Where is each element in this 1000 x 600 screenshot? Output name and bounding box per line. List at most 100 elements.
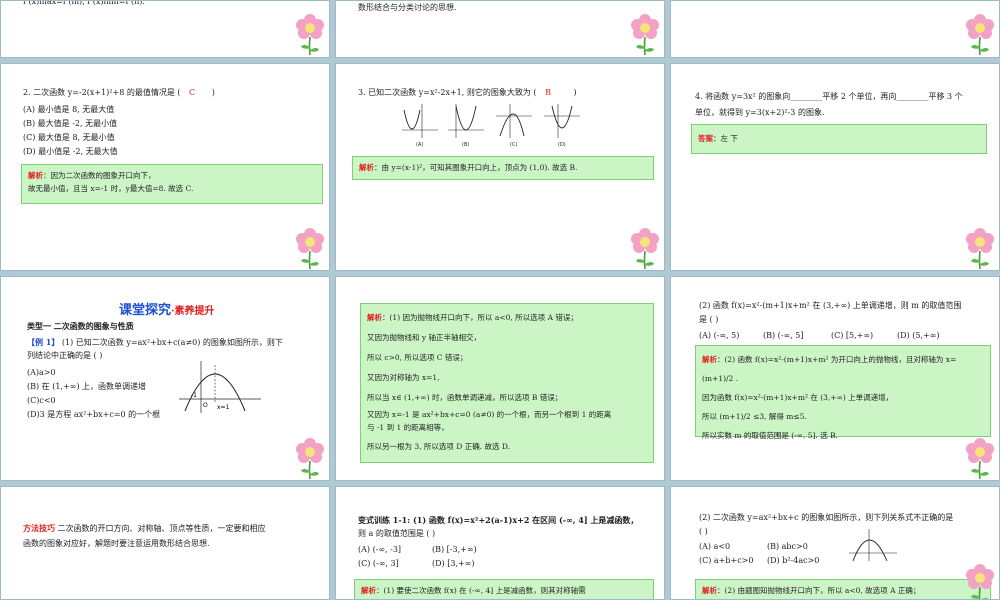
flower-icon: [965, 227, 995, 269]
option-a: (A)a>0: [27, 368, 56, 377]
example-label: 【例 1】: [27, 337, 60, 347]
solution-line: 所以 c>0, 所以选项 C 错误；: [367, 353, 468, 362]
flower-icon: [295, 227, 325, 269]
solution-label: 解析: [359, 163, 374, 172]
solution-box: 解析：(2) 由题图知抛物线开口向下，所以 a<0, 故选项 A 正确；: [695, 579, 991, 599]
question-stem: 3. 已知二次函数 y=x²-2x+1, 则它的图象大致为 (: [358, 88, 537, 97]
solution-line: ：(1) 要使二次函数 f(x) 在 (-∞, 4] 上是减函数，则其对称轴需: [376, 586, 586, 595]
method-label: 方法技巧: [23, 523, 55, 533]
graph-tick: -1: [191, 392, 197, 399]
graph-d: (D): [544, 104, 580, 148]
solution-line: 与 -1 到 1 的距离相等，: [367, 423, 449, 432]
solution-line: 所以当 x∈ (1,+∞) 时，函数单调递减，所以选项 B 错误；: [367, 393, 563, 402]
question-line: ( ): [699, 527, 708, 536]
flower-icon: [630, 13, 660, 55]
graph-label: (D): [558, 142, 566, 148]
option-a: (A) (-∞, 5): [699, 331, 740, 340]
paren-close: ): [573, 88, 577, 97]
solution-line: 所以另一根为 3, 所以选项 D 正确. 故选 D.: [367, 442, 510, 451]
graph-label: (C): [510, 142, 517, 148]
section-title-main: 课堂探究: [119, 303, 172, 318]
example-stem: (1) 已知二次函数 y=ax²+bx+c(a≠0) 的图象如图所示，则下: [59, 338, 283, 347]
solution-line: ：(2) 函数 f(x)=x²-(m+1)x+m² 为开口向上的抛物线，且对称轴…: [702, 355, 957, 383]
question-text: 2. 二次函数 y=-2(x+1)²+8 的最值情况是 ( C ): [23, 86, 215, 100]
slide-11: 变式训练 1-1: (1) 函数 f(x)=x²+2(a-1)x+2 在区间 (…: [335, 486, 665, 600]
slide-6: 4. 将函数 y=3x² 的图象向________平移 2 个单位，再向____…: [670, 63, 1000, 271]
answer-text: ：左 下: [713, 134, 738, 143]
flower-icon: [965, 437, 995, 479]
flower-icon: [630, 227, 660, 269]
option-c: (C) a+b+c>0: [699, 556, 754, 565]
question-line: 则 a 的取值范围是 ( ): [358, 529, 436, 538]
solution-label: 解析: [702, 586, 717, 595]
solution-line: ：由 y=(x-1)²，可知其图象开口向上，顶点为 (1,0). 故选 B.: [374, 163, 578, 172]
option-c: (C) (-∞, 3]: [358, 559, 399, 568]
solution-label: 解析: [28, 171, 43, 180]
solution-line: 因为函数 f(x)=x²-(m+1)x+m² 在 (3,+∞) 上单调递增，: [702, 393, 894, 402]
graph-axis-note: x=1: [217, 404, 230, 411]
example-line: 【例 1】 (1) 已知二次函数 y=ax²+bx+c(a≠0) 的图象如图所示…: [27, 335, 283, 350]
solution-box: 解析：(1) 因为抛物线开口向下，所以 a<0, 所以选项 A 错误； 又因为抛…: [360, 303, 654, 463]
solution-box: 解析：(2) 函数 f(x)=x²-(m+1)x+m² 为开口向上的抛物线，且对…: [695, 345, 991, 440]
flower-icon: [965, 563, 995, 599]
solution-line: 又因为抛物线和 y 轴正半轴相交，: [367, 333, 482, 342]
question-line: (2) 函数 f(x)=x²-(m+1)x+m² 在 (3,+∞) 上单调递增，…: [699, 301, 962, 310]
option-b: (B) 最大值是 -2, 无最小值: [23, 119, 118, 128]
slide-1: f (x)max=f (m), f (x)min=f (n).: [0, 0, 330, 58]
option-d: (D) b²-4ac>0: [767, 556, 820, 565]
answer-label: 答案: [698, 134, 713, 143]
slide-3: [670, 0, 1000, 58]
slide-5: 3. 已知二次函数 y=x²-2x+1, 则它的图象大致为 ( B ) (A) …: [335, 63, 665, 271]
type-heading: 类型一 二次函数的图象与性质: [27, 321, 134, 331]
solution-box: 解析：由 y=(x-1)²，可知其图象开口向上，顶点为 (1,0). 故选 B.: [352, 156, 654, 180]
method-line: 方法技巧 二次函数的开口方向、对称轴、顶点等性质，一定要和相应: [23, 521, 266, 536]
option-a: (A) 最小值是 8, 无最大值: [23, 105, 115, 114]
solution-line: ：因为二次函数的图象开口向下，: [43, 171, 156, 180]
slide-text: 数形结合与分类讨论的思想.: [358, 3, 457, 12]
option-c: (C)c<0: [27, 396, 56, 405]
solution-label: 解析: [361, 586, 376, 595]
answer-letter: C: [189, 88, 196, 97]
option-b: (B) abc>0: [767, 542, 808, 551]
method-line: 函数的图象对应好，解题时要注意运用数形结合思想.: [23, 539, 210, 548]
solution-label: 解析: [367, 313, 382, 322]
section-title: 课堂探究·素养提升: [119, 299, 215, 318]
option-c: (C) [5,+∞): [831, 331, 874, 340]
option-d: (D) [3,+∞): [432, 559, 475, 568]
answer-letter: B: [545, 88, 551, 97]
solution-box: 解析：(1) 要使二次函数 f(x) 在 (-∞, 4] 上是减函数，则其对称轴…: [354, 579, 654, 599]
option-a: (A) (-∞, -3]: [358, 545, 402, 554]
slide-7: 课堂探究·素养提升 类型一 二次函数的图象与性质 【例 1】 (1) 已知二次函…: [0, 276, 330, 481]
graph-label: (A): [416, 142, 423, 148]
question-line: 是 ( ): [699, 315, 719, 324]
graph-label: (B): [462, 142, 469, 148]
slide-12: (2) 二次函数 y=ax²+bx+c 的图象如图所示，则下列关系式不正确的是 …: [670, 486, 1000, 600]
option-d: (D) (5,+∞): [897, 331, 940, 340]
question-text: 3. 已知二次函数 y=x²-2x+1, 则它的图象大致为 ( B ): [358, 86, 577, 100]
option-a: (A) a<0: [699, 542, 731, 551]
option-b: (B) 在 (1,+∞) 上，函数单调递增: [27, 382, 146, 391]
solution-line: 又因为对称轴为 x=1,: [367, 373, 440, 382]
graph-b: (B): [448, 104, 484, 148]
solution-line: 又因为 x=-1 是 ax²+bx+c=0 (a≠0) 的一个根，而另一个根到 …: [367, 410, 612, 419]
graph-a: (A): [402, 104, 438, 148]
example-line: 列结论中正确的是 ( ): [27, 351, 103, 360]
flower-icon: [295, 13, 325, 55]
graph-origin: O: [203, 402, 208, 409]
option-c: (C) 最大值是 8, 无最小值: [23, 133, 115, 142]
question-line: 4. 将函数 y=3x² 的图象向________平移 2 个单位，再向____…: [695, 92, 963, 101]
slide-8: 解析：(1) 因为抛物线开口向下，所以 a<0, 所以选项 A 错误； 又因为抛…: [335, 276, 665, 481]
slide-10: 方法技巧 二次函数的开口方向、对称轴、顶点等性质，一定要和相应 函数的图象对应好…: [0, 486, 330, 600]
method-text: 二次函数的开口方向、对称轴、顶点等性质，一定要和相应: [55, 524, 266, 533]
option-d: (D)3 是方程 ax²+bx+c=0 的一个根: [27, 410, 161, 419]
small-parabola-graph: [849, 529, 897, 562]
paren-close: ): [211, 88, 215, 97]
slide-4: 2. 二次函数 y=-2(x+1)²+8 的最值情况是 ( C ) (A) 最小…: [0, 63, 330, 271]
question-line: (2) 二次函数 y=ax²+bx+c 的图象如图所示，则下列关系式不正确的是: [699, 513, 954, 522]
slide-9: (2) 函数 f(x)=x²-(m+1)x+m² 在 (3,+∞) 上单调递增，…: [670, 276, 1000, 481]
option-d: (D) 最小值是 -2, 无最大值: [23, 147, 118, 156]
solution-label: 解析: [702, 355, 717, 364]
solution-line: ：(2) 由题图知抛物线开口向下，所以 a<0, 故选项 A 正确；: [717, 586, 921, 595]
question-stem: 2. 二次函数 y=-2(x+1)²+8 的最值情况是 (: [23, 88, 181, 97]
section-subtitle: ·素养提升: [171, 306, 215, 317]
